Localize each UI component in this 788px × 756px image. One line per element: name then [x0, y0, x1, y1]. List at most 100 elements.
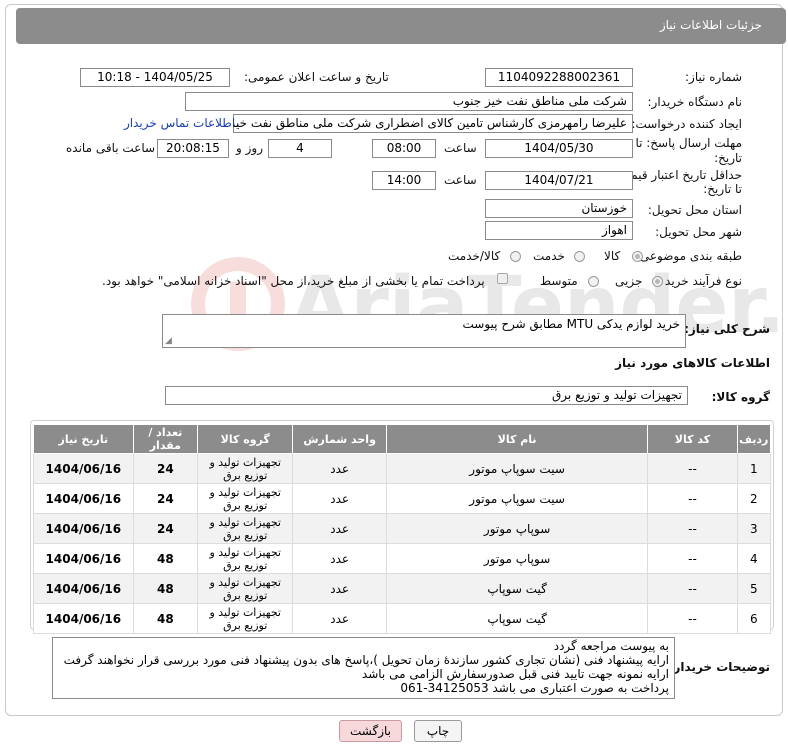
cell-row: 6	[736, 603, 772, 634]
cell-row: 2	[736, 483, 772, 514]
summary-text: خرید لوازم یدکی MTU مطابق شرح پیوست	[462, 317, 681, 331]
cell-row: 5	[736, 573, 772, 604]
col-unit: واحد شمارش	[292, 424, 387, 454]
table-row: 1 -- سیت سوپاپ موتور عدد تجهیزات تولید و…	[33, 453, 772, 484]
announce-label: تاریخ و ساعت اعلان عمومی:	[244, 70, 389, 84]
province-field: خوزستان	[485, 199, 633, 218]
cell-group: تجهیزات تولید و توزیع برق	[196, 453, 294, 484]
cell-name: سوپاپ موتور	[385, 513, 649, 544]
category-option-service: خدمت	[533, 249, 565, 263]
col-code: کد کالا	[647, 424, 738, 454]
cell-code: --	[647, 543, 738, 574]
summary-label: شرح کلی نیاز:	[684, 322, 770, 336]
cell-name: گیت سوپاپ	[385, 573, 649, 604]
category-label: طبقه بندی موضوعی:	[635, 249, 742, 263]
cell-code: --	[647, 513, 738, 544]
cell-code: --	[647, 453, 738, 484]
days-remaining-field: 4	[268, 139, 332, 158]
col-name: نام کالا	[385, 424, 649, 454]
deadline-time-field: 08:00	[372, 139, 436, 158]
city-label: شهر محل تحویل:	[655, 225, 742, 239]
cell-date: 1404/06/16	[33, 453, 134, 484]
requester-label: ایجاد کننده درخواست:	[631, 117, 742, 131]
cell-date: 1404/06/16	[33, 543, 134, 574]
cell-name: سوپاپ موتور	[385, 543, 649, 574]
category-option-goods: کالا	[604, 249, 621, 263]
buyer-notes-box: به پیوست مراجعه گردد ارایه پیشنهاد فنی (…	[52, 637, 675, 699]
cell-unit: عدد	[292, 573, 387, 604]
cell-group: تجهیزات تولید و توزیع برق	[196, 573, 294, 604]
process-radio-medium[interactable]	[588, 276, 599, 287]
price-validity-label-date: تا تاریخ:	[703, 182, 742, 196]
cell-unit: عدد	[292, 543, 387, 574]
requester-field: علیرضا رامهرمزی کارشناس تامین کالای اضطر…	[233, 114, 633, 133]
col-qty: تعداد / مقدار	[132, 424, 198, 454]
cell-qty: 24	[132, 453, 198, 484]
process-option-medium: متوسط	[540, 274, 578, 288]
cell-unit: عدد	[292, 453, 387, 484]
buyer-note-line: ارایه پیشنهاد فنی (نشان تجاری کشور سازند…	[63, 653, 669, 667]
deadline-time-label: ساعت	[444, 141, 477, 155]
cell-qty: 48	[132, 603, 198, 634]
cell-name: سیت سوپاپ موتور	[385, 453, 649, 484]
category-option-goods-service: کالا/خدمت	[448, 249, 501, 263]
need-number-field: 1104092288002361	[485, 68, 633, 87]
remaining-time-label: ساعت باقی مانده	[66, 141, 156, 155]
cell-row: 1	[736, 453, 772, 484]
days-label: روز و	[236, 141, 263, 155]
cell-date: 1404/06/16	[33, 573, 134, 604]
announce-field: 1404/05/25 - 10:18	[80, 68, 230, 87]
cell-row: 4	[736, 543, 772, 574]
buyer-notes-label: توضیحات خریدار:	[668, 660, 770, 674]
resize-grip-icon[interactable]: ◢	[165, 336, 172, 346]
goods-group-label: گروه کالا:	[711, 390, 770, 404]
table-row: 4 -- سوپاپ موتور عدد تجهیزات تولید و توز…	[33, 543, 772, 574]
buyer-note-line: ارایه نمونه جهت تایید فنی قبل صدورسفارش …	[361, 667, 669, 681]
price-time-field: 14:00	[372, 171, 436, 190]
back-button[interactable]: بازگشت	[339, 720, 402, 742]
cell-group: تجهیزات تولید و توزیع برق	[196, 603, 294, 634]
category-radio-service[interactable]	[574, 251, 585, 262]
cell-group: تجهیزات تولید و توزیع برق	[196, 483, 294, 514]
buyer-note-line: پرداخت به صورت اعتباری می باشد 34125053-…	[400, 681, 669, 695]
buyer-org-field: شرکت ملی مناطق نفت خیز جنوب	[185, 92, 633, 111]
col-date: تاریخ نیاز	[33, 424, 134, 454]
col-group: گروه کالا	[196, 424, 294, 454]
cell-date: 1404/06/16	[33, 483, 134, 514]
print-button[interactable]: چاپ	[414, 720, 462, 742]
cell-qty: 48	[132, 543, 198, 574]
cell-code: --	[647, 603, 738, 634]
deadline-label: مهلت ارسال پاسخ: تا	[635, 136, 742, 150]
cell-unit: عدد	[292, 483, 387, 514]
buyer-org-label: نام دستگاه خریدار:	[647, 95, 743, 109]
cell-date: 1404/06/16	[33, 603, 134, 634]
cell-qty: 24	[132, 513, 198, 544]
category-radio-goods[interactable]	[632, 251, 643, 262]
price-validity-label: حداقل تاریخ اعتبار قیمت:	[615, 168, 742, 182]
need-number-label: شماره نیاز:	[685, 70, 742, 84]
cell-code: --	[647, 573, 738, 604]
cell-date: 1404/06/16	[33, 513, 134, 544]
page-title: جزئیات اطلاعات نیاز	[659, 18, 762, 32]
treasury-payment-checkbox[interactable]	[497, 273, 508, 284]
summary-textarea: خرید لوازم یدکی MTU مطابق شرح پیوست ◢	[162, 314, 686, 348]
items-table-header: ردیف کد کالا نام کالا واحد شمارش گروه کا…	[33, 424, 772, 454]
items-table: ردیف کد کالا نام کالا واحد شمارش گروه کا…	[33, 424, 772, 634]
cell-group: تجهیزات تولید و توزیع برق	[196, 543, 294, 574]
contact-info-link[interactable]: اطلاعات تماس خریدار	[124, 116, 235, 130]
deadline-date-field: 1404/05/30	[485, 139, 633, 158]
col-row: ردیف	[736, 424, 772, 454]
cell-qty: 24	[132, 483, 198, 514]
deadline-label-date: تاریخ:	[714, 151, 742, 165]
process-radio-minor[interactable]	[652, 276, 663, 287]
table-row: 2 -- سیت سوپاپ موتور عدد تجهیزات تولید و…	[33, 483, 772, 514]
table-row: 6 -- گیت سوپاپ عدد تجهیزات تولید و توزیع…	[33, 603, 772, 634]
process-label: نوع فرآیند خرید :	[657, 274, 742, 288]
buyer-note-line: به پیوست مراجعه گردد	[553, 639, 669, 653]
price-date-field: 1404/07/21	[485, 171, 633, 190]
category-radio-goods-service[interactable]	[510, 251, 521, 262]
table-row: 5 -- گیت سوپاپ عدد تجهیزات تولید و توزیع…	[33, 573, 772, 604]
panel-header: جزئیات اطلاعات نیاز	[16, 8, 786, 44]
cell-name: گیت سوپاپ	[385, 603, 649, 634]
cell-code: --	[647, 483, 738, 514]
